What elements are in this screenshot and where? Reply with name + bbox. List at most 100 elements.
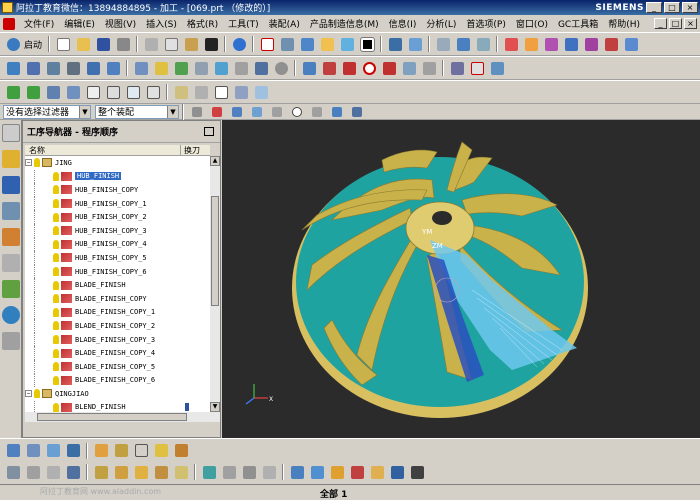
operation-navigator-icon[interactable] [2, 150, 20, 168]
rotate-icon[interactable] [112, 463, 130, 481]
undo-icon[interactable] [230, 35, 248, 53]
wrench-icon[interactable] [4, 463, 22, 481]
doc-minimize-button[interactable]: _ [654, 18, 667, 29]
delete-icon[interactable] [202, 35, 220, 53]
feed-icon[interactable] [300, 59, 318, 77]
table-row[interactable]: HUB_FINISH_COPY_1 [25, 196, 210, 211]
wire-view-icon[interactable] [348, 105, 366, 119]
history-icon[interactable] [2, 254, 20, 272]
palette-icon[interactable] [92, 442, 110, 460]
menu-gc-toolbox[interactable]: GC工具箱 [553, 17, 603, 30]
grid-snap-icon[interactable] [44, 463, 62, 481]
scroll-up-icon[interactable]: ▲ [210, 156, 220, 166]
create-method-icon[interactable] [64, 59, 82, 77]
import-icon[interactable] [288, 463, 306, 481]
menu-edit[interactable]: 编辑(E) [59, 17, 100, 30]
scroll-thumb[interactable] [37, 413, 187, 421]
table-row[interactable]: HUB_FINISH_COPY [25, 183, 210, 197]
section-icon[interactable] [542, 35, 560, 53]
view-cube-icon[interactable] [298, 35, 316, 53]
table-row[interactable]: HUB_FINISH_COPY_2 [25, 210, 210, 224]
close-button[interactable]: × [682, 2, 698, 13]
copy-model-icon[interactable] [64, 83, 82, 101]
color-box-icon[interactable] [358, 35, 376, 53]
text-icon[interactable] [388, 463, 406, 481]
impeller-model[interactable]: YM ZM X [222, 120, 700, 438]
brush-icon[interactable] [24, 463, 42, 481]
minimize-button[interactable]: _ [646, 2, 662, 13]
doc-close-button[interactable]: × [684, 18, 697, 29]
maximize-button[interactable]: □ [664, 2, 680, 13]
copy-icon[interactable] [162, 35, 180, 53]
menu-analysis[interactable]: 分析(L) [421, 17, 461, 30]
fill-icon[interactable] [338, 35, 356, 53]
settings-icon[interactable] [2, 124, 20, 142]
menu-file[interactable]: 文件(F) [19, 17, 59, 30]
table-row[interactable]: BLEND_FINISH [25, 400, 210, 412]
measure-icon[interactable] [474, 35, 492, 53]
target-icon[interactable] [288, 105, 306, 119]
color-icon[interactable] [348, 463, 366, 481]
collapse-icon[interactable]: − [25, 390, 32, 398]
collapse-icon[interactable]: − [25, 159, 32, 167]
shop-docs-icon[interactable] [252, 59, 270, 77]
view-triad-icon[interactable]: X [245, 384, 273, 405]
sheet-icon[interactable] [84, 83, 102, 101]
link-icon[interactable] [112, 442, 130, 460]
table-row[interactable]: HUB_FINISH_COPY_5 [25, 251, 210, 265]
document-icon[interactable] [3, 17, 15, 30]
check-icon[interactable] [4, 83, 22, 101]
open-folder-icon[interactable] [74, 35, 92, 53]
background-icon[interactable] [318, 35, 336, 53]
menu-help[interactable]: 帮助(H) [603, 17, 645, 30]
image-icon[interactable] [368, 463, 386, 481]
transform-icon[interactable] [400, 59, 418, 77]
print-icon[interactable] [114, 35, 132, 53]
window-icon[interactable] [124, 83, 142, 101]
model-icon[interactable] [44, 83, 62, 101]
part-icon[interactable] [172, 463, 190, 481]
menu-insert[interactable]: 插入(S) [141, 17, 182, 30]
scroll-down-icon[interactable]: ▼ [210, 402, 220, 412]
cube-icon[interactable] [260, 463, 278, 481]
shade-icon[interactable] [172, 83, 190, 101]
table-row[interactable]: HUB_FINISH_COPY_3 [25, 223, 210, 238]
horizontal-scrollbar[interactable] [25, 412, 220, 422]
table-row[interactable]: BLADE_FINISH_COPY_4 [25, 346, 210, 360]
feature-icon[interactable] [24, 442, 42, 460]
menu-window[interactable]: 窗口(O) [511, 17, 553, 30]
table-row[interactable]: BLADE_FINISH [25, 278, 210, 292]
curve-icon[interactable] [380, 59, 398, 77]
sketch-icon[interactable] [64, 442, 82, 460]
create-operation-icon[interactable] [84, 59, 102, 77]
move-icon[interactable] [92, 463, 110, 481]
reuse-library-icon[interactable] [2, 228, 20, 246]
selection-filter-select[interactable]: 没有选择过滤器 ▼ [3, 104, 91, 119]
generate-path-icon[interactable] [132, 59, 150, 77]
face-select-icon[interactable] [268, 105, 286, 119]
snap-point-icon[interactable] [208, 105, 226, 119]
coordinate-icon[interactable] [602, 35, 620, 53]
start-icon[interactable] [4, 35, 22, 53]
fullscreen-icon[interactable] [488, 59, 506, 77]
scale-icon[interactable] [132, 463, 150, 481]
table-row[interactable]: BLADE_FINISH_COPY_5 [25, 359, 210, 374]
pattern-icon[interactable] [582, 35, 600, 53]
doc-restore-button[interactable]: □ [669, 18, 682, 29]
export-icon[interactable] [308, 463, 326, 481]
layer-manager-icon[interactable] [328, 463, 346, 481]
snap-grid-icon[interactable] [152, 442, 170, 460]
column-tool-change[interactable]: 换刀 [181, 145, 200, 155]
point-icon[interactable] [522, 35, 540, 53]
pin-icon[interactable] [204, 127, 214, 136]
paste-icon[interactable] [182, 35, 200, 53]
graph-icon[interactable] [252, 83, 270, 101]
table-row[interactable]: BLADE_FINISH_COPY_1 [25, 305, 210, 320]
menu-view[interactable]: 视图(V) [100, 17, 141, 30]
simulate-icon[interactable] [212, 59, 230, 77]
shaded-view-icon[interactable] [328, 105, 346, 119]
tree-group-row[interactable]: − QINGJIAO [25, 387, 210, 401]
constraint-icon[interactable] [240, 463, 258, 481]
box-icon[interactable] [212, 83, 230, 101]
expand-icon[interactable] [622, 35, 640, 53]
